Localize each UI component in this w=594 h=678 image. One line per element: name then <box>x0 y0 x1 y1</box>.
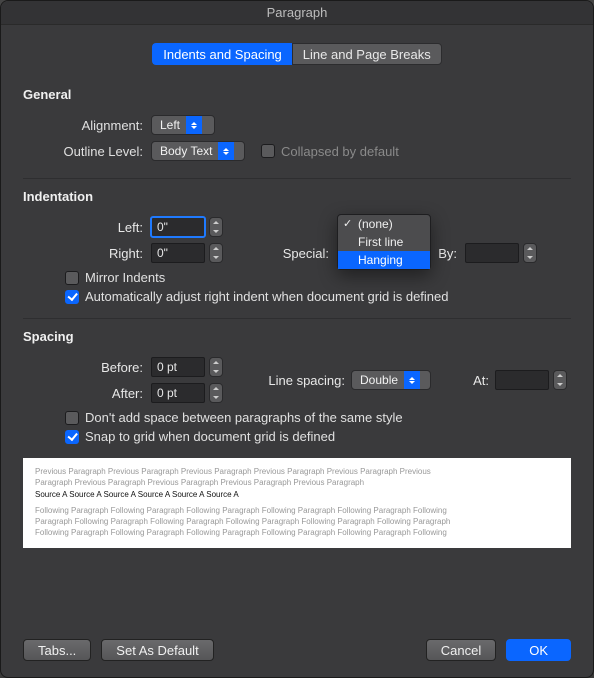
tab-indents-spacing[interactable]: Indents and Spacing <box>152 43 292 65</box>
dont-add-space-checkbox[interactable] <box>65 411 79 425</box>
spacing-grid: Before: Line spacing: Double At: After: <box>23 354 571 406</box>
collapsed-label: Collapsed by default <box>281 144 399 159</box>
indentation-heading: Indentation <box>23 189 571 204</box>
alignment-label: Alignment: <box>23 118 151 133</box>
line-spacing-select[interactable]: Double <box>351 370 431 390</box>
after-input[interactable] <box>151 383 205 403</box>
indentation-grid: Left: Right: Special: By: (none) <box>23 214 571 266</box>
cancel-button[interactable]: Cancel <box>426 639 496 661</box>
collapsed-checkbox[interactable] <box>261 144 275 158</box>
before-stepper[interactable] <box>209 357 223 377</box>
snap-grid-checkbox[interactable] <box>65 430 79 444</box>
before-input[interactable] <box>151 357 205 377</box>
tab-line-page-breaks[interactable]: Line and Page Breaks <box>292 43 442 65</box>
preview-following: Paragraph Following Paragraph Following … <box>35 516 559 527</box>
outline-level-value: Body Text <box>152 144 218 158</box>
outline-level-label: Outline Level: <box>23 144 151 159</box>
special-dropdown[interactable]: (none) First line Hanging <box>337 214 431 270</box>
window-title: Paragraph <box>1 1 593 25</box>
at-input[interactable] <box>495 370 549 390</box>
set-default-button[interactable]: Set As Default <box>101 639 213 661</box>
indent-by-input[interactable] <box>465 243 519 263</box>
line-spacing-value: Double <box>352 373 404 387</box>
indent-right-stepper[interactable] <box>209 243 223 263</box>
before-label: Before: <box>23 360 151 375</box>
preview-following: Following Paragraph Following Paragraph … <box>35 505 559 516</box>
auto-adjust-indent-checkbox[interactable] <box>65 290 79 304</box>
by-label: By: <box>425 246 465 261</box>
snap-grid-label: Snap to grid when document grid is defin… <box>85 429 335 444</box>
dont-add-space-label: Don't add space between paragraphs of th… <box>85 410 403 425</box>
at-label: At: <box>455 373 495 388</box>
line-spacing-label: Line spacing: <box>268 373 351 388</box>
special-option-first-line[interactable]: First line <box>338 233 430 251</box>
preview-following: Following Paragraph Following Paragraph … <box>35 527 559 538</box>
indent-right-label: Right: <box>23 246 151 261</box>
dialog-footer: Tabs... Set As Default Cancel OK <box>1 639 593 677</box>
auto-adjust-indent-label: Automatically adjust right indent when d… <box>85 289 449 304</box>
preview-previous: Previous Paragraph Previous Paragraph Pr… <box>35 466 559 477</box>
outline-arrows-icon <box>218 142 234 160</box>
ok-button[interactable]: OK <box>506 639 571 661</box>
tab-strip: Indents and Spacing Line and Page Breaks <box>23 43 571 65</box>
indent-right-input[interactable] <box>151 243 205 263</box>
line-spacing-arrows-icon <box>404 371 420 389</box>
preview-sample: Source A Source A Source A Source A Sour… <box>35 489 559 500</box>
tabs-button[interactable]: Tabs... <box>23 639 91 661</box>
divider <box>23 318 571 319</box>
indent-by-stepper[interactable] <box>523 243 537 263</box>
general-heading: General <box>23 87 571 102</box>
paragraph-dialog: Paragraph Indents and Spacing Line and P… <box>0 0 594 678</box>
alignment-arrows-icon <box>186 116 202 134</box>
alignment-value: Left <box>152 118 186 132</box>
mirror-indents-checkbox[interactable] <box>65 271 79 285</box>
special-option-none[interactable]: (none) <box>338 215 430 233</box>
after-label: After: <box>23 386 151 401</box>
alignment-select[interactable]: Left <box>151 115 215 135</box>
at-stepper[interactable] <box>553 370 567 390</box>
divider <box>23 178 571 179</box>
outline-level-select[interactable]: Body Text <box>151 141 245 161</box>
special-option-hanging[interactable]: Hanging <box>338 251 430 269</box>
indent-left-label: Left: <box>23 220 151 235</box>
spacing-heading: Spacing <box>23 329 571 344</box>
after-stepper[interactable] <box>209 383 223 403</box>
mirror-indents-label: Mirror Indents <box>85 270 165 285</box>
special-label: Special: <box>241 246 337 261</box>
paragraph-preview: Previous Paragraph Previous Paragraph Pr… <box>23 458 571 548</box>
indent-left-stepper[interactable] <box>209 217 223 237</box>
indent-left-input[interactable] <box>151 217 205 237</box>
dialog-content: Indents and Spacing Line and Page Breaks… <box>1 25 593 639</box>
preview-previous: Paragraph Previous Paragraph Previous Pa… <box>35 477 559 488</box>
